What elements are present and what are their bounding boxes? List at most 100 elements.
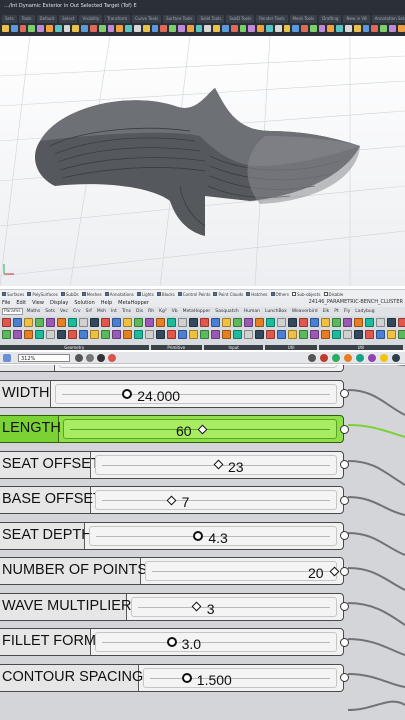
rhino-command-line[interactable]: …/Int Dynamic Exterior in Out Selected T… xyxy=(4,3,137,9)
toolbar-tool-icon[interactable] xyxy=(318,25,326,32)
toolbar-tool-icon[interactable] xyxy=(221,25,229,32)
component-icon[interactable] xyxy=(387,318,396,327)
checkbox-icon[interactable] xyxy=(177,292,182,296)
component-icon[interactable] xyxy=(35,318,44,327)
tab-rh[interactable]: Rh xyxy=(147,309,155,314)
component-icon[interactable] xyxy=(354,330,363,339)
menu-edit[interactable]: Edit xyxy=(16,300,26,306)
filter-disable[interactable]: Disable xyxy=(323,292,343,297)
toolbar-tool-icon[interactable] xyxy=(257,25,264,32)
slider-track[interactable]: 18 xyxy=(59,365,337,368)
number-slider-base-offset[interactable]: BASE OFFSET 7 xyxy=(0,486,349,514)
output-port-icon[interactable] xyxy=(340,424,349,434)
component-icon[interactable] xyxy=(211,318,220,327)
slider-track[interactable]: 3 xyxy=(131,596,337,617)
component-icon[interactable] xyxy=(90,318,99,327)
tab-weaverbird[interactable]: Weaverbird xyxy=(291,309,319,314)
component-icon[interactable] xyxy=(244,330,253,339)
toolbar-tool-icon[interactable] xyxy=(371,25,379,32)
number-slider-contour-spacing[interactable]: CONTOUR SPACING 1.500 xyxy=(0,663,349,692)
preview-icon[interactable] xyxy=(308,354,316,362)
component-icon[interactable] xyxy=(178,330,187,339)
component-icon[interactable] xyxy=(376,318,385,327)
toolbar-tool-icon[interactable] xyxy=(37,25,44,32)
component-icon[interactable] xyxy=(332,318,341,327)
component-icon[interactable] xyxy=(156,330,165,339)
component-icon[interactable] xyxy=(112,330,121,339)
rhino-tab-tools[interactable]: Tools xyxy=(18,15,35,23)
component-icon[interactable] xyxy=(189,318,198,327)
preview-mode-icon[interactable] xyxy=(97,354,105,362)
slider-grip-icon[interactable] xyxy=(197,424,207,434)
component-icon[interactable] xyxy=(233,330,242,339)
slider-track[interactable]: 3.0 xyxy=(95,632,337,652)
component-icon[interactable] xyxy=(90,330,99,339)
component-icon[interactable] xyxy=(189,330,198,339)
tab-lunchbox[interactable]: LunchBox xyxy=(264,309,288,314)
menu-help[interactable]: Help xyxy=(101,300,112,306)
component-icon[interactable] xyxy=(13,330,22,339)
toolbar-tool-icon[interactable] xyxy=(362,25,370,32)
component-icon[interactable] xyxy=(233,318,242,327)
slider-grip-icon[interactable] xyxy=(193,530,204,541)
tab-int[interactable]: Int xyxy=(110,309,118,314)
filter-point-clouds[interactable]: Point Clouds xyxy=(213,292,243,297)
component-icon[interactable] xyxy=(277,318,286,327)
toolbar-tool-icon[interactable] xyxy=(380,25,388,32)
tab-sasquatch[interactable]: Sasquatch xyxy=(214,309,240,314)
component-icon[interactable] xyxy=(167,330,176,339)
toolbar-tool-icon[interactable] xyxy=(345,25,352,32)
toolbar-tool-icon[interactable] xyxy=(81,25,88,32)
component-icon[interactable] xyxy=(222,330,231,339)
toolbar-tool-icon[interactable] xyxy=(274,25,282,32)
tab-vb[interactable]: Vb xyxy=(171,309,179,314)
component-icon[interactable] xyxy=(255,318,264,327)
toolbar-tool-icon[interactable] xyxy=(301,25,308,32)
number-slider-wave-multiplier[interactable]: WAVE MULTIPLIER 3 xyxy=(0,592,349,621)
record-icon[interactable] xyxy=(320,354,328,362)
number-slider-width[interactable]: WIDTH 24.000 xyxy=(0,379,349,408)
checkbox-icon[interactable] xyxy=(246,292,251,296)
slider-track[interactable]: 24.000 xyxy=(55,383,337,404)
toolbar-tool-icon[interactable] xyxy=(177,25,185,32)
component-icon[interactable] xyxy=(2,318,11,327)
rhino-tab-transform[interactable]: Transform xyxy=(104,15,131,23)
tab-trns[interactable]: Trns xyxy=(121,309,132,314)
component-icon[interactable] xyxy=(354,318,363,327)
filter-annotations[interactable]: Annotations xyxy=(104,292,134,297)
filter-blocks[interactable]: Blocks xyxy=(156,292,175,297)
component-icon[interactable] xyxy=(321,318,330,327)
filter-surfaces[interactable]: Surfaces xyxy=(2,292,24,297)
grasshopper-canvas[interactable]: HEIGHT 18 WIDTH 24.000 LENGTH 60 SEAT OFFSET 23… xyxy=(0,365,405,720)
checkbox-icon[interactable] xyxy=(156,292,161,296)
component-icon[interactable] xyxy=(310,330,319,339)
sketch-icon[interactable] xyxy=(108,354,116,362)
checkbox-icon[interactable] xyxy=(270,292,275,296)
toolbar-tool-icon[interactable] xyxy=(45,25,53,32)
checkbox-icon[interactable] xyxy=(291,292,296,296)
rhino-tab-visibility[interactable]: Visibility xyxy=(79,15,103,23)
slider-grip-icon[interactable] xyxy=(213,459,223,470)
component-icon[interactable] xyxy=(123,318,132,327)
component-icon[interactable] xyxy=(266,330,275,339)
slider-track[interactable]: 7 xyxy=(95,490,337,510)
component-icon[interactable] xyxy=(266,318,275,327)
component-icon[interactable] xyxy=(365,318,374,327)
slider-grip-icon[interactable] xyxy=(329,566,339,576)
component-icon[interactable] xyxy=(79,330,88,339)
filter-others[interactable]: Others xyxy=(270,292,289,297)
slider-grip-icon[interactable] xyxy=(166,637,177,647)
component-icon[interactable] xyxy=(398,318,405,327)
rhino-tab-surface-tools[interactable]: Surface Tools xyxy=(163,15,196,23)
number-slider-seat-offset[interactable]: SEAT OFFSET 23 xyxy=(0,450,349,479)
settings-icon[interactable] xyxy=(392,354,400,362)
toolbar-tool-icon[interactable] xyxy=(160,25,168,32)
toolbar-tool-icon[interactable] xyxy=(230,25,238,32)
output-port-icon[interactable] xyxy=(340,566,349,576)
zoom-level-field[interactable]: 312% xyxy=(18,354,70,362)
component-icon[interactable] xyxy=(101,318,110,327)
output-port-icon[interactable] xyxy=(340,673,349,682)
rhino-tab-solid-tools[interactable]: Solid Tools xyxy=(197,15,225,23)
toolbar-tool-icon[interactable] xyxy=(116,25,124,32)
checkbox-icon[interactable] xyxy=(213,292,218,296)
